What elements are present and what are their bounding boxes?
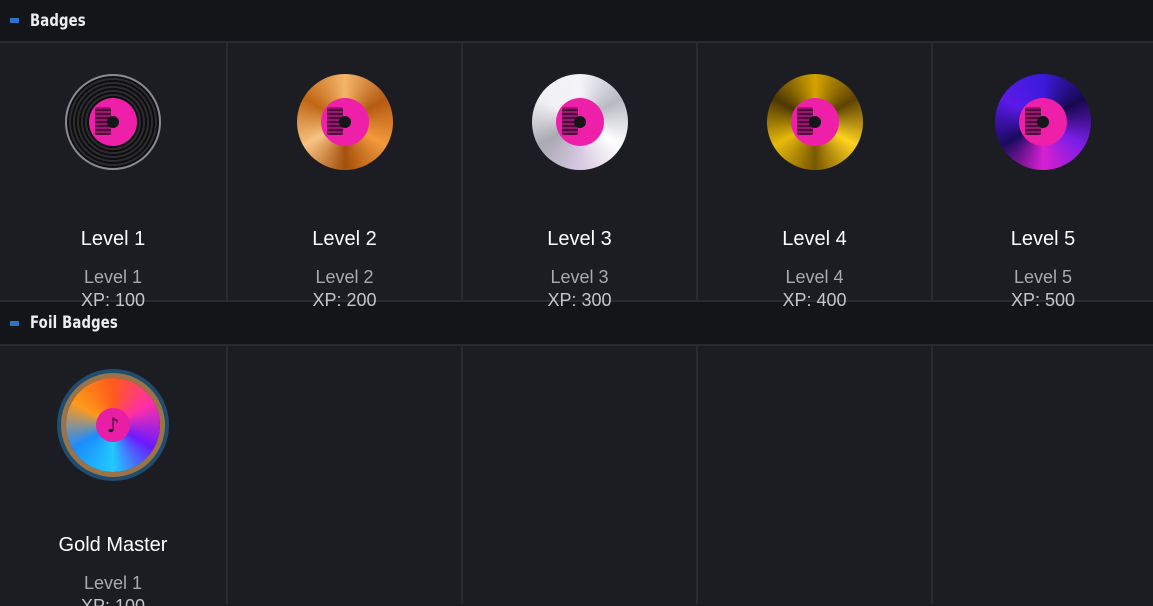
vinyl-record-bronze-icon xyxy=(296,74,393,170)
foil-badge-card-gold-master[interactable]: Gold Master Level 1 XP: 100 xyxy=(0,346,228,606)
badge-name: Gold Master xyxy=(58,534,168,556)
badge-name: Level 5 xyxy=(1010,228,1076,250)
badge-level: Level 2 xyxy=(315,267,374,287)
foil-badges-section: Foil Badges Gold Master Level 1 XP: 100 xyxy=(0,300,1153,606)
badge-card-level-4[interactable]: Level 4 Level 4 XP: 400 xyxy=(698,43,933,310)
badge-xp: XP: 100 xyxy=(80,596,146,606)
badge-level: Level 1 xyxy=(83,267,143,287)
badges-grid: Level 1 Level 1 XP: 100 Level 2 Level 2 … xyxy=(0,43,1153,310)
badge-name: Level 4 xyxy=(782,228,847,250)
badge-xp: XP: 300 xyxy=(547,290,612,310)
section-bullet-icon xyxy=(10,18,19,23)
section-bullet-icon xyxy=(10,320,19,326)
badge-xp: XP: 400 xyxy=(782,290,847,310)
badge-card-level-2[interactable]: Level 2 Level 2 XP: 200 xyxy=(228,43,463,310)
badge-name: Level 2 xyxy=(312,228,377,250)
badges-section-title: Badges xyxy=(30,10,86,31)
badges-section-header: Badges xyxy=(0,0,1153,43)
badge-card-level-3[interactable]: Level 3 Level 3 XP: 300 xyxy=(463,43,698,310)
badge-level: Level 3 xyxy=(550,267,609,287)
vinyl-record-purple-icon xyxy=(995,74,1091,170)
badge-xp: XP: 200 xyxy=(312,290,377,310)
foil-badges-section-title: Foil Badges xyxy=(30,313,118,333)
badge-name: Level 3 xyxy=(547,228,612,250)
foil-badges-grid: Gold Master Level 1 XP: 100 xyxy=(0,346,1153,606)
badge-level: Level 5 xyxy=(1013,267,1073,287)
foil-vinyl-record-icon xyxy=(66,378,160,472)
badge-name: Level 1 xyxy=(80,228,146,250)
empty-badge-slot xyxy=(933,346,1153,604)
vinyl-record-gold-icon xyxy=(766,74,863,170)
badges-section: Badges Level 1 Level 1 XP: 100 Level 2 L… xyxy=(0,0,1153,310)
badge-xp: XP: 100 xyxy=(80,290,146,310)
vinyl-record-silver-icon xyxy=(531,74,628,170)
vinyl-record-black-icon xyxy=(65,74,161,170)
empty-badge-slot xyxy=(698,346,933,604)
badge-card-level-1[interactable]: Level 1 Level 1 XP: 100 xyxy=(0,43,228,310)
badge-level: Level 1 xyxy=(83,573,143,593)
empty-badge-slot xyxy=(228,346,463,604)
badge-card-level-5[interactable]: Level 5 Level 5 XP: 500 xyxy=(933,43,1153,310)
badge-xp: XP: 500 xyxy=(1010,290,1076,310)
badge-level: Level 4 xyxy=(785,267,844,287)
empty-badge-slot xyxy=(463,346,698,604)
